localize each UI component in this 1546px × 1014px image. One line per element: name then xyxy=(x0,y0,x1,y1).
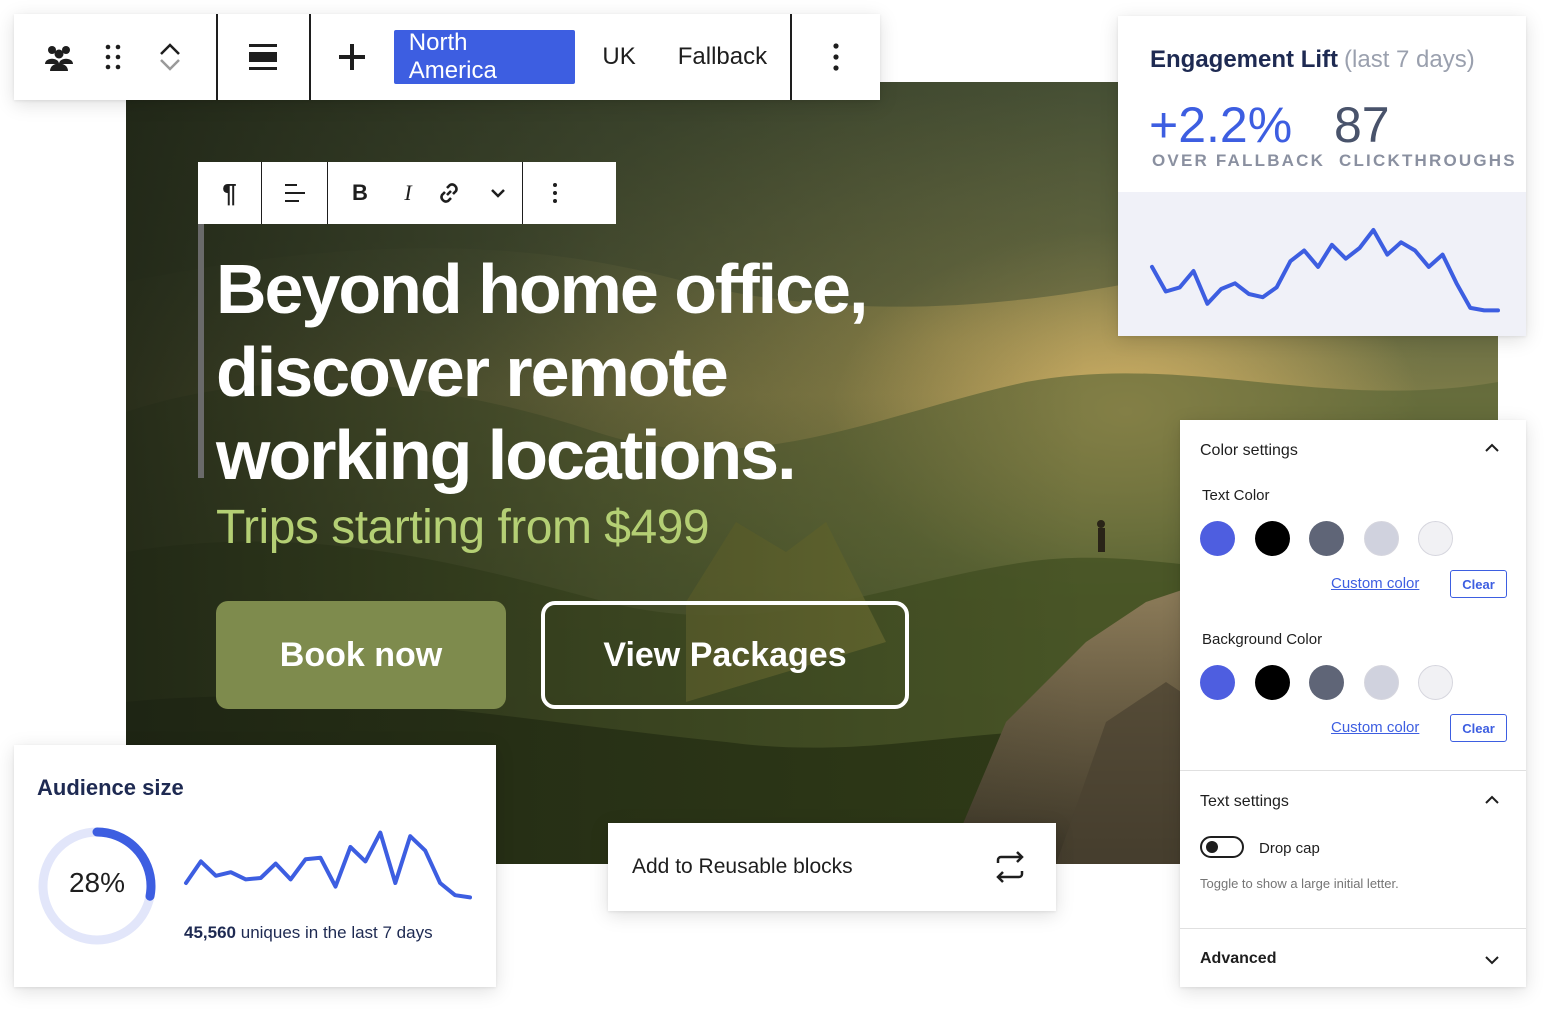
engagement-sparkline-area xyxy=(1118,192,1526,336)
paragraph-icon[interactable]: ¶ xyxy=(198,162,261,224)
chevron-up-icon[interactable] xyxy=(1484,794,1500,806)
clickthroughs-value: 87 xyxy=(1334,97,1390,153)
background-custom-color-link[interactable]: Custom color xyxy=(1331,719,1419,736)
headline-line: working locations. xyxy=(216,416,797,494)
headline-line: Beyond home office, xyxy=(216,250,868,328)
color-swatch[interactable] xyxy=(1363,665,1399,700)
variant-tab-fallback[interactable]: Fallback xyxy=(663,30,782,84)
lift-label: OVER FALLBACK xyxy=(1152,151,1326,170)
engagement-period: (last 7 days) xyxy=(1344,46,1475,73)
add-icon[interactable] xyxy=(311,14,394,100)
add-to-reusable-blocks-item[interactable]: Add to Reusable blocks xyxy=(608,823,1056,911)
reusable-label: Add to Reusable blocks xyxy=(632,855,853,878)
audience-title: Audience size xyxy=(37,775,184,800)
book-now-button[interactable]: Book now xyxy=(216,601,506,709)
audience-percent: 28% xyxy=(68,867,126,898)
group-icon[interactable] xyxy=(14,14,104,100)
color-swatch[interactable] xyxy=(1309,521,1344,556)
variant-tab-uk[interactable]: UK xyxy=(587,30,650,84)
sparkline-path xyxy=(184,830,472,900)
paragraph-block-toolbar: ¶ B I xyxy=(198,162,616,224)
italic-icon[interactable]: I xyxy=(392,162,424,224)
text-color-label: Text Color xyxy=(1202,487,1270,504)
view-packages-button[interactable]: View Packages xyxy=(541,601,909,709)
sparkline-path xyxy=(1150,228,1500,313)
more-options-icon[interactable] xyxy=(523,162,587,224)
section-divider xyxy=(1180,928,1526,929)
background-color-label: Background Color xyxy=(1202,631,1323,648)
color-swatch[interactable] xyxy=(1309,665,1344,700)
chevron-down-icon[interactable] xyxy=(474,162,522,224)
color-swatch[interactable] xyxy=(1418,521,1453,556)
convert-icon xyxy=(996,851,1024,883)
color-swatch[interactable] xyxy=(1254,665,1290,700)
variant-tab-north-america[interactable]: North America xyxy=(393,29,576,84)
variant-tabs: North America UK Fallback xyxy=(393,14,790,100)
audience-count-suffix: uniques in the last 7 days xyxy=(240,923,433,942)
move-up-icon[interactable] xyxy=(158,41,182,57)
color-swatch[interactable] xyxy=(1254,521,1290,556)
engagement-title-text: Engagement Lift xyxy=(1150,46,1339,73)
audience-size-card: Audience size 28% 45,560 uniques in the … xyxy=(14,745,496,987)
color-swatch[interactable] xyxy=(1363,521,1399,556)
toggle-knob xyxy=(1206,841,1218,853)
chevron-down-icon[interactable] xyxy=(1484,954,1500,966)
drop-cap-toggle[interactable] xyxy=(1200,836,1244,858)
advanced-heading[interactable]: Advanced xyxy=(1200,950,1276,968)
color-swatch[interactable] xyxy=(1200,665,1235,700)
section-divider xyxy=(1180,770,1526,771)
lift-value: +2.2% xyxy=(1149,97,1293,153)
text-align-icon[interactable] xyxy=(262,162,327,224)
link-icon[interactable] xyxy=(424,162,474,224)
drop-cap-label: Drop cap xyxy=(1259,840,1320,857)
text-color-clear-button[interactable]: Clear xyxy=(1450,570,1507,598)
align-icon[interactable] xyxy=(218,14,309,100)
block-editor-toolbar: North America UK Fallback xyxy=(14,14,880,100)
audience-sparkline xyxy=(184,830,472,900)
engagement-lift-card: Engagement Lift (last 7 days) +2.2% OVER … xyxy=(1118,16,1526,336)
engagement-sparkline xyxy=(1150,228,1500,313)
color-swatch[interactable] xyxy=(1418,665,1453,700)
drag-handle-icon[interactable] xyxy=(104,14,124,100)
headline-line: discover remote xyxy=(216,333,729,411)
color-settings-heading[interactable]: Color settings xyxy=(1200,442,1298,460)
bold-icon[interactable]: B xyxy=(328,162,392,224)
block-settings-panel: Color settings Text Color Custom color C… xyxy=(1180,420,1526,987)
audience-count-line: 45,560 uniques in the last 7 days xyxy=(184,923,433,943)
block-focus-indicator xyxy=(198,224,204,478)
engagement-title: Engagement Lift (last 7 days) xyxy=(1150,46,1475,74)
audience-count: 45,560 xyxy=(184,923,236,942)
text-custom-color-link[interactable]: Custom color xyxy=(1331,575,1419,592)
hero-subheadline[interactable]: Trips starting from $499 xyxy=(216,500,710,555)
more-options-icon[interactable] xyxy=(792,14,880,100)
move-down-icon[interactable] xyxy=(158,57,182,73)
hero-headline[interactable]: Beyond home office, discover remote work… xyxy=(216,248,976,497)
move-block-controls xyxy=(124,14,216,100)
color-swatch[interactable] xyxy=(1200,521,1235,556)
background-color-clear-button[interactable]: Clear xyxy=(1450,714,1507,742)
text-settings-heading[interactable]: Text settings xyxy=(1200,793,1289,811)
drop-cap-help: Toggle to show a large initial letter. xyxy=(1200,876,1399,891)
chevron-up-icon[interactable] xyxy=(1484,442,1500,454)
clickthroughs-label: CLICKTHROUGHS xyxy=(1339,151,1517,170)
